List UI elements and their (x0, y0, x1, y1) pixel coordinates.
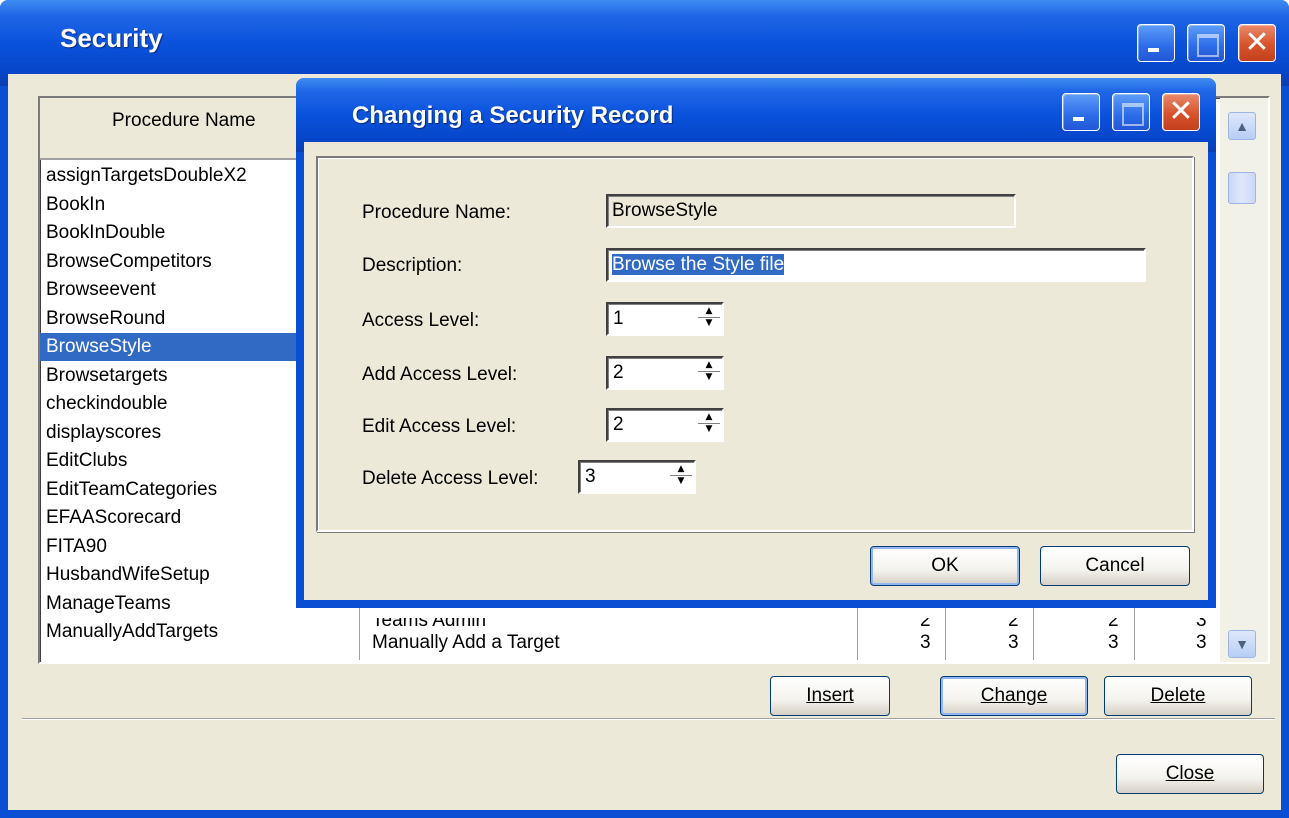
close-button[interactable]: Close (1116, 754, 1264, 794)
ok-button-label: OK (931, 555, 959, 576)
procedure-name-label: Procedure Name: (362, 202, 511, 223)
close-icon: ✕ (1244, 25, 1270, 60)
edit-access-level-spinner[interactable]: 2 ▲ ▼ (606, 408, 724, 442)
ok-button[interactable]: OK (870, 546, 1020, 586)
chevron-up-icon: ▲ (1235, 118, 1249, 134)
insert-button-label: Insert (806, 685, 854, 706)
dialog-title: Changing a Security Record (352, 102, 674, 129)
access-level-spinner[interactable]: 1 ▲ ▼ (606, 302, 724, 336)
cell-edit-access-level: 2 (1108, 618, 1119, 631)
maximize-button[interactable] (1187, 24, 1225, 62)
minimize-icon (1138, 25, 1174, 61)
scroll-up-button[interactable]: ▲ (1228, 112, 1256, 140)
close-button-label: Close (1165, 763, 1215, 784)
change-button[interactable]: Change (940, 676, 1088, 716)
list-item[interactable]: ManuallyAddTargets (40, 618, 358, 646)
spinner-arrows-icon[interactable]: ▲ ▼ (670, 464, 692, 490)
cell-description: Manually Add a Target (372, 632, 560, 653)
add-access-level-label: Add Access Level: (362, 364, 518, 385)
close-window-button[interactable]: ✕ (1238, 24, 1276, 62)
dialog-close-button[interactable]: ✕ (1162, 93, 1200, 131)
maximize-icon (1113, 94, 1149, 130)
cell-delete-access-level: 3 (1196, 618, 1207, 631)
spinner-arrows-icon[interactable]: ▲ ▼ (698, 360, 720, 386)
access-level-label: Access Level: (362, 310, 480, 331)
description-field[interactable]: Browse the Style file (606, 248, 1146, 282)
cell-delete-access-level: 3 (1196, 632, 1207, 653)
access-level-value: 1 (613, 308, 624, 329)
cell-access-level: 2 (920, 618, 931, 631)
insert-button[interactable]: Insert (770, 676, 890, 716)
vertical-scrollbar[interactable]: ▲ ▼ (1220, 98, 1268, 662)
scroll-thumb[interactable] (1228, 172, 1256, 204)
minimize-icon (1063, 94, 1099, 130)
delete-access-level-label: Delete Access Level: (362, 468, 539, 489)
procedure-name-field: BrowseStyle (606, 194, 1016, 228)
security-window-title: Security (60, 23, 163, 53)
delete-button[interactable]: Delete (1104, 676, 1252, 716)
cell-edit-access-level: 3 (1108, 632, 1119, 653)
change-security-dialog: Changing a Security Record ✕ Procedure N… (296, 78, 1216, 608)
delete-button-label: Delete (1150, 685, 1206, 706)
dialog-minimize-button[interactable] (1062, 93, 1100, 131)
edit-access-level-label: Edit Access Level: (362, 416, 517, 437)
column-header-label: Procedure Name (112, 110, 256, 131)
spinner-arrows-icon[interactable]: ▲ ▼ (698, 306, 720, 332)
dialog-titlebar[interactable]: Changing a Security Record ✕ (296, 78, 1216, 152)
description-label: Description: (362, 255, 463, 276)
minimize-button[interactable] (1137, 24, 1175, 62)
cell-access-level: 3 (920, 632, 931, 653)
delete-access-level-value: 3 (585, 466, 596, 487)
dialog-maximize-button[interactable] (1112, 93, 1150, 131)
edit-access-level-value: 2 (613, 414, 624, 435)
close-icon: ✕ (1168, 94, 1194, 129)
cancel-button-label: Cancel (1085, 555, 1145, 576)
cell-add-access-level: 2 (1008, 618, 1019, 631)
cancel-button[interactable]: Cancel (1040, 546, 1190, 586)
dialog-client-area: Procedure Name: BrowseStyle Description:… (304, 142, 1208, 600)
change-button-label: Change (980, 685, 1048, 706)
chevron-down-icon: ▼ (1235, 636, 1249, 652)
cell-description: Teams Admin (372, 618, 487, 631)
description-value: Browse the Style file (612, 254, 785, 275)
procedure-name-value: BrowseStyle (612, 200, 718, 221)
add-access-level-value: 2 (613, 362, 624, 383)
delete-access-level-spinner[interactable]: 3 ▲ ▼ (578, 460, 696, 494)
add-access-level-spinner[interactable]: 2 ▲ ▼ (606, 356, 724, 390)
scroll-down-button[interactable]: ▼ (1228, 630, 1256, 658)
spinner-arrows-icon[interactable]: ▲ ▼ (698, 412, 720, 438)
maximize-icon (1188, 25, 1224, 61)
cell-add-access-level: 3 (1008, 632, 1019, 653)
list-bottom-divider (22, 718, 1275, 720)
